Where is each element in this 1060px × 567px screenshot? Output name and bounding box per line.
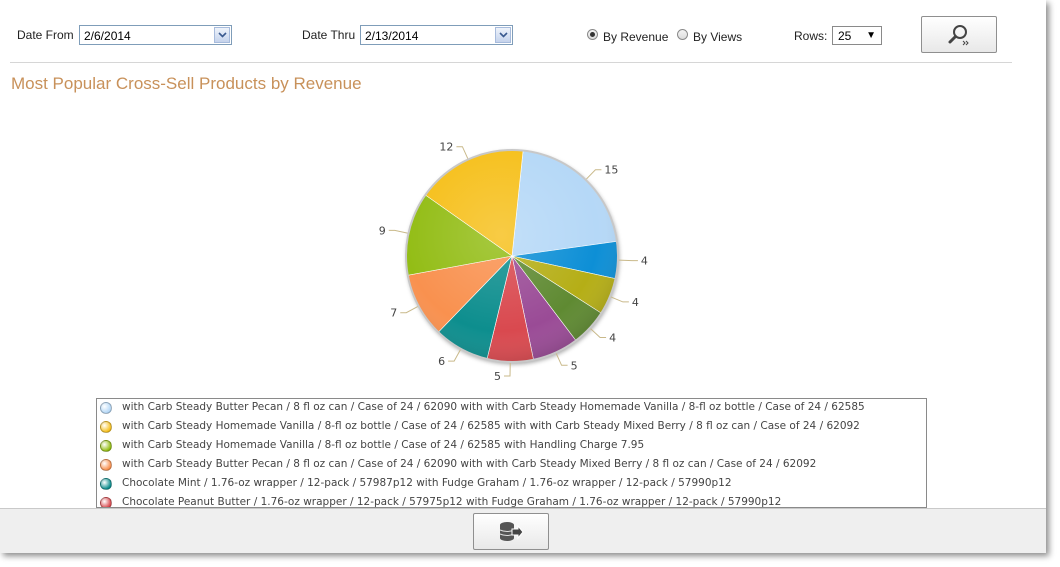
pie-chart: 15 4 4 4 5 5 6 7 9 12 bbox=[379, 141, 648, 383]
legend-item: with Carb Steady Butter Pecan / 8 fl oz … bbox=[97, 399, 926, 418]
pie-value-label: 4 bbox=[632, 296, 639, 309]
pie-value-label: 5 bbox=[494, 370, 501, 383]
pie-leader-line bbox=[388, 229, 408, 234]
export-button[interactable] bbox=[473, 513, 549, 550]
legend-swatch bbox=[100, 402, 112, 414]
legend-swatch bbox=[100, 497, 112, 507]
pie-leader-line bbox=[610, 296, 629, 303]
pie-leader-line bbox=[590, 328, 607, 338]
legend-label: Chocolate Peanut Butter / 1.76-oz wrappe… bbox=[122, 496, 782, 508]
pie-leader-line bbox=[618, 259, 638, 262]
legend-item: with Carb Steady Homemade Vanilla / 8-fl… bbox=[97, 418, 926, 437]
pie-leader-line bbox=[586, 169, 602, 180]
pie-leader-line bbox=[448, 349, 461, 362]
pie-value-label: 9 bbox=[379, 224, 386, 237]
pie-value-label: 15 bbox=[604, 164, 618, 177]
pie-rim bbox=[405, 149, 619, 363]
pie-leader-line bbox=[400, 306, 418, 314]
pie-value-label: 12 bbox=[439, 141, 453, 154]
report-window: Date From 2/6/2014 Date Thru 2/13/2014 B… bbox=[0, 0, 1046, 553]
pie-value-label: 7 bbox=[390, 307, 397, 320]
pie-value-label: 5 bbox=[571, 359, 578, 372]
legend-label: with Carb Steady Butter Pecan / 8 fl oz … bbox=[122, 458, 817, 470]
legend-item: Chocolate Peanut Butter / 1.76-oz wrappe… bbox=[97, 494, 926, 508]
legend-label: with Carb Steady Homemade Vanilla / 8-fl… bbox=[122, 439, 645, 451]
chart-legend: with Carb Steady Butter Pecan / 8 fl oz … bbox=[96, 398, 927, 508]
pie-value-label: 4 bbox=[609, 331, 616, 344]
legend-item: with Carb Steady Homemade Vanilla / 8-fl… bbox=[97, 437, 926, 456]
legend-label: with Carb Steady Butter Pecan / 8 fl oz … bbox=[122, 401, 865, 413]
legend-label: Chocolate Mint / 1.76-oz wrapper / 12-pa… bbox=[122, 477, 732, 489]
pie-value-label: 4 bbox=[641, 255, 648, 268]
pie-leader-line bbox=[555, 353, 568, 366]
pie-value-label: 6 bbox=[438, 355, 445, 368]
legend-swatch bbox=[100, 478, 112, 490]
footer-bar bbox=[0, 508, 1046, 553]
legend-label: with Carb Steady Homemade Vanilla / 8-fl… bbox=[122, 420, 860, 432]
legend-swatch bbox=[100, 421, 112, 433]
legend-swatch bbox=[100, 459, 112, 471]
pie-leader-line bbox=[456, 146, 469, 159]
legend-item: with Carb Steady Butter Pecan / 8 fl oz … bbox=[97, 456, 926, 475]
pie-leader-line bbox=[504, 362, 511, 377]
database-export-icon bbox=[499, 521, 524, 541]
legend-item: Chocolate Mint / 1.76-oz wrapper / 12-pa… bbox=[97, 475, 926, 494]
legend-swatch bbox=[100, 440, 112, 452]
